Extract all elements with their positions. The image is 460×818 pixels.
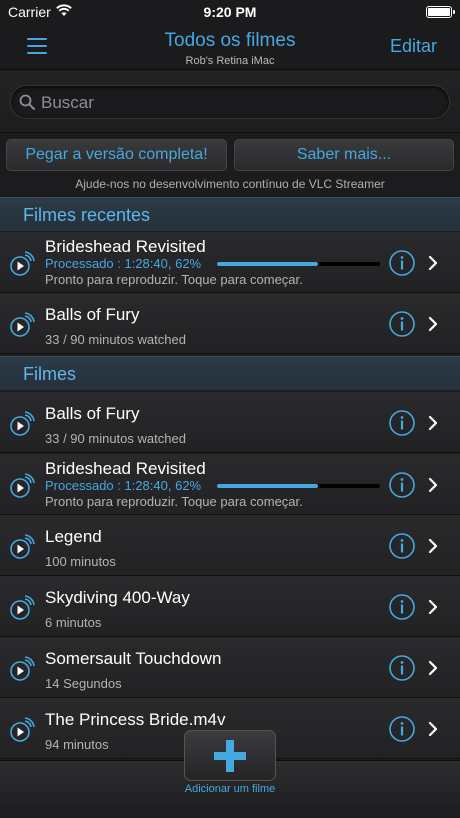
- info-icon[interactable]: [389, 410, 415, 436]
- processing-status: Processado : 1:28:40, 62%: [45, 256, 202, 271]
- stream-play-icon: [10, 717, 35, 742]
- chevron-right-icon[interactable]: [428, 538, 438, 554]
- movie-duration: 6 minutos: [45, 615, 102, 630]
- progress-fill: [217, 262, 319, 266]
- promo-area: Pegar a versão completa! Saber mais... A…: [0, 133, 460, 197]
- stream-play-icon: [10, 411, 35, 436]
- movie-duration: 14 Segundos: [45, 676, 122, 691]
- chevron-right-icon[interactable]: [428, 721, 438, 737]
- info-icon[interactable]: [389, 716, 415, 742]
- chevron-right-icon[interactable]: [428, 415, 438, 431]
- search-box[interactable]: [10, 85, 450, 119]
- movie-title: The Princess Bride.m4v: [45, 710, 226, 729]
- search-area: [0, 71, 460, 133]
- add-movie-label: Adicionar um filme: [184, 783, 276, 795]
- info-icon[interactable]: [389, 311, 415, 337]
- section-header-movies: Filmes: [0, 356, 460, 390]
- navigation-bar: Todos os filmes Rob's Retina iMac Editar: [0, 24, 460, 70]
- info-icon[interactable]: [389, 655, 415, 681]
- chevron-right-icon[interactable]: [428, 316, 438, 332]
- movie-row[interactable]: Somersault Touchdown 14 Segundos: [0, 637, 460, 698]
- info-icon[interactable]: [389, 533, 415, 559]
- movie-title: Balls of Fury: [45, 404, 140, 423]
- processing-status: Processado : 1:28:40, 62%: [45, 478, 202, 493]
- movie-title: Somersault Touchdown: [45, 649, 222, 668]
- movie-row[interactable]: Legend 100 minutos: [0, 515, 460, 576]
- chevron-right-icon[interactable]: [428, 255, 438, 271]
- info-icon[interactable]: [389, 250, 415, 276]
- info-icon[interactable]: [389, 594, 415, 620]
- learn-more-button[interactable]: Saber mais...: [234, 139, 454, 171]
- movie-row[interactable]: Skydiving 400-Way 6 minutos: [0, 576, 460, 637]
- plus-icon: [214, 740, 246, 772]
- movie-row[interactable]: Balls of Fury 33 / 90 minutos watched: [0, 293, 460, 354]
- status-bar: Carrier 9:20 PM: [0, 0, 460, 24]
- stream-play-icon: [10, 595, 35, 620]
- movie-row[interactable]: Brideshead Revisited Processado : 1:28:4…: [0, 454, 460, 515]
- movie-duration: 94 minutos: [45, 737, 109, 752]
- chevron-right-icon[interactable]: [428, 599, 438, 615]
- edit-button[interactable]: Editar: [390, 36, 437, 57]
- ready-message: Pronto para reproduzir. Toque para começ…: [45, 272, 303, 287]
- search-input[interactable]: [41, 90, 441, 116]
- chevron-right-icon[interactable]: [428, 660, 438, 676]
- movie-title: Balls of Fury: [45, 305, 140, 324]
- movie-title: Brideshead Revisited: [45, 237, 206, 256]
- movie-title: Brideshead Revisited: [45, 459, 206, 478]
- stream-play-icon: [10, 251, 35, 276]
- add-movie-button[interactable]: [184, 730, 276, 781]
- movie-row[interactable]: Balls of Fury 33 / 90 minutos watched: [0, 392, 460, 453]
- movie-duration: 33 / 90 minutos watched: [45, 431, 186, 446]
- search-icon: [19, 94, 35, 110]
- ready-message: Pronto para reproduzir. Toque para começ…: [45, 494, 303, 509]
- processing-progress-bar: [217, 484, 380, 488]
- stream-play-icon: [10, 473, 35, 498]
- processing-progress-bar: [217, 262, 380, 266]
- movie-title: Legend: [45, 527, 102, 546]
- stream-play-icon: [10, 312, 35, 337]
- movie-duration: 33 / 90 minutos watched: [45, 332, 186, 347]
- promo-note: Ajude-nos no desenvolvimento contínuo de…: [75, 177, 385, 191]
- stream-play-icon: [10, 656, 35, 681]
- get-full-version-button[interactable]: Pegar a versão completa!: [6, 139, 227, 171]
- movie-row[interactable]: Brideshead Revisited Processado : 1:28:4…: [0, 232, 460, 293]
- progress-fill: [217, 484, 319, 488]
- movie-duration: 100 minutos: [45, 554, 116, 569]
- chevron-right-icon[interactable]: [428, 477, 438, 493]
- movie-title: Skydiving 400-Way: [45, 588, 190, 607]
- battery-icon: [426, 6, 455, 18]
- section-header-recent: Filmes recentes: [0, 197, 460, 231]
- stream-play-icon: [10, 534, 35, 559]
- info-icon[interactable]: [389, 472, 415, 498]
- clock: 9:20 PM: [203, 4, 257, 20]
